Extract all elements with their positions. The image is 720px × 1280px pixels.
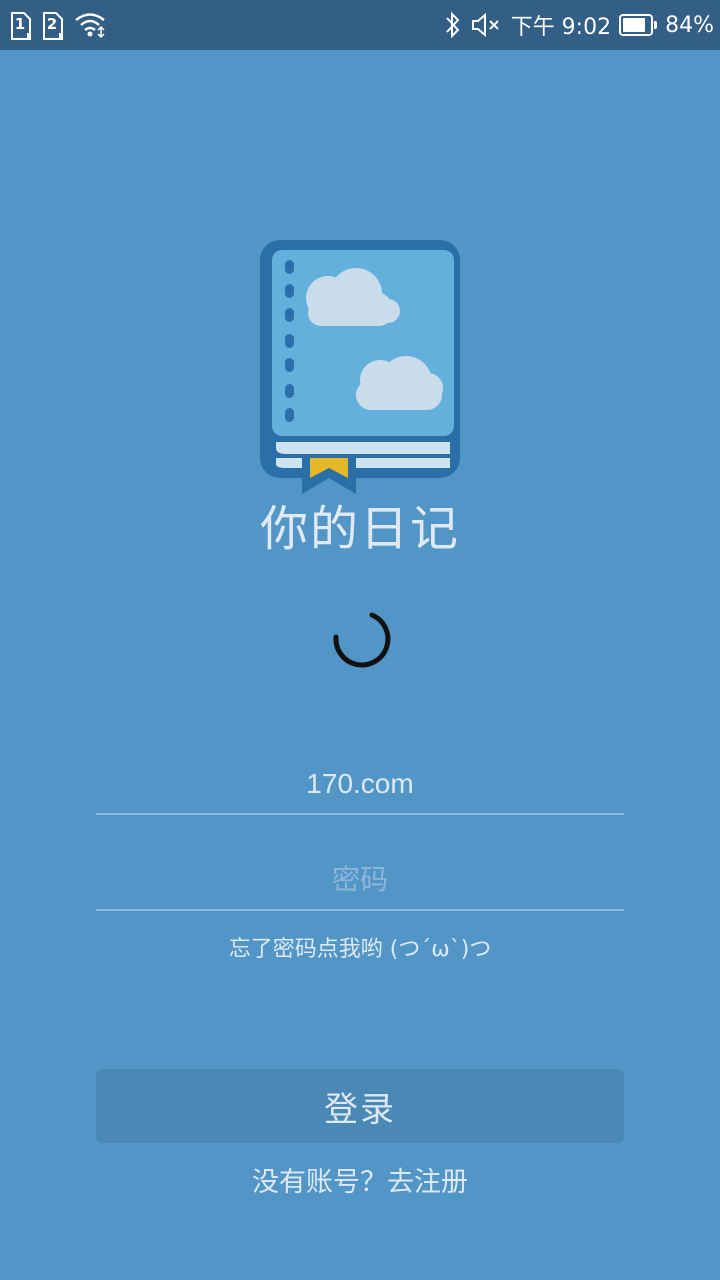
status-time: 下午 9:02 — [510, 15, 612, 40]
register-link[interactable]: 没有账号？去注册 — [0, 1160, 720, 1206]
status-bar-left: 1 2 — [10, 10, 108, 40]
forgot-password-link[interactable]: 忘了密码点我哟 (つ´ω`)つ — [0, 930, 720, 970]
password-field-container — [96, 851, 624, 911]
mute-icon — [471, 12, 499, 38]
sim-2-icon: 2 — [42, 11, 64, 40]
battery-percent: 84% — [665, 12, 714, 38]
app-title: 你的日记 — [259, 501, 460, 557]
sim-1-number: 1 — [14, 15, 26, 33]
wifi-icon — [75, 13, 105, 39]
status-bar-right: 下午 9:02 84% — [443, 8, 714, 42]
battery-icon — [619, 14, 658, 36]
sim-1-icon: 1 — [10, 11, 32, 40]
status-bar: 1 2 下午 9:02 84% — [0, 0, 720, 50]
password-input[interactable] — [96, 851, 624, 909]
bluetooth-icon — [445, 11, 460, 39]
diary-book-icon — [260, 240, 460, 494]
sim-2-number: 2 — [46, 15, 58, 33]
loading-spinner — [333, 612, 391, 668]
username-input[interactable] — [96, 755, 624, 813]
username-field-container — [96, 755, 624, 815]
login-button[interactable]: 登录 — [96, 1069, 624, 1143]
